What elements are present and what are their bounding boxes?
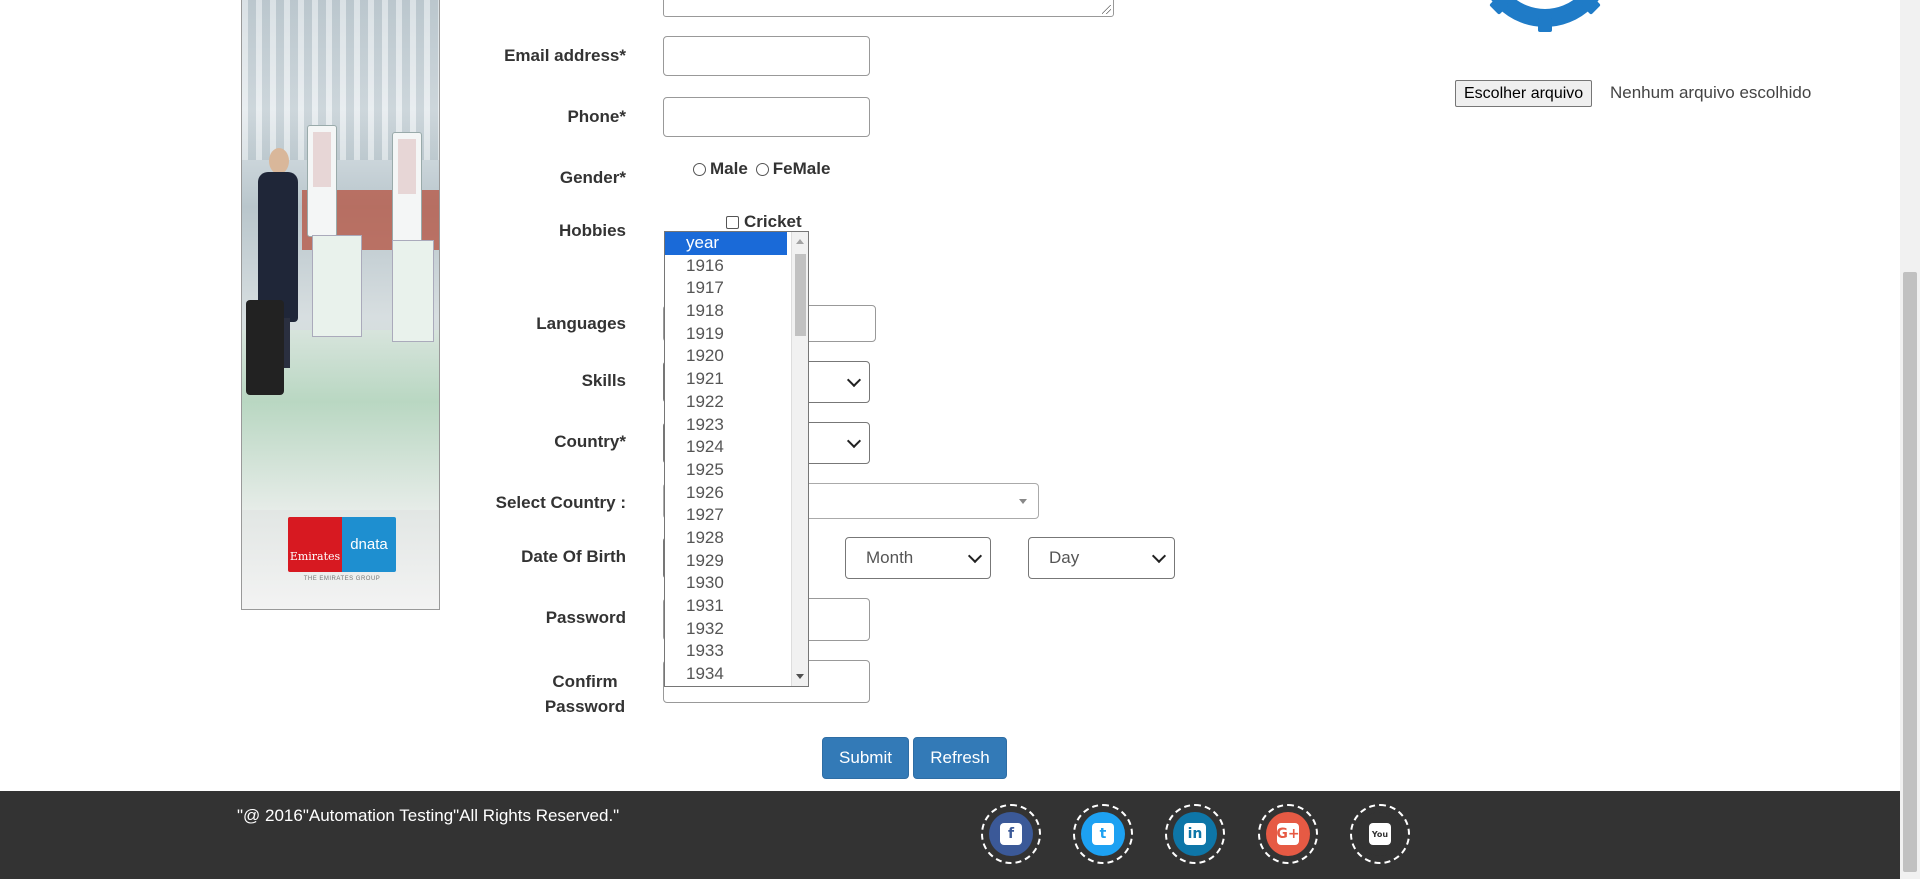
male-radio[interactable] bbox=[693, 162, 706, 176]
female-radio[interactable] bbox=[755, 162, 769, 176]
year-option[interactable]: 1925 bbox=[665, 459, 787, 482]
page-scrollbar-thumb[interactable] bbox=[1903, 272, 1917, 872]
email-label: Email address* bbox=[504, 46, 626, 65]
banner-gate-base bbox=[312, 235, 362, 337]
year-option[interactable]: 1924 bbox=[665, 436, 787, 459]
chevron-down-icon bbox=[967, 548, 983, 564]
select-country-label: Select Country : bbox=[495, 493, 626, 512]
year-option[interactable]: 1926 bbox=[665, 482, 787, 505]
cricket-label: Cricket bbox=[744, 212, 802, 231]
googleplus-icon: G+ bbox=[1276, 823, 1300, 845]
gender-option-female[interactable]: FeMale bbox=[755, 159, 831, 179]
month-select[interactable]: Month bbox=[845, 537, 991, 579]
youtube-link[interactable]: You bbox=[1350, 804, 1410, 864]
year-option[interactable]: 1918 bbox=[665, 300, 787, 323]
year-option[interactable]: 1933 bbox=[665, 640, 787, 663]
year-option[interactable]: 1934 bbox=[665, 663, 787, 686]
phone-field[interactable] bbox=[663, 97, 870, 137]
email-field[interactable] bbox=[663, 36, 870, 76]
year-option[interactable]: 1921 bbox=[665, 368, 787, 391]
youtube-icon-badge: You bbox=[1358, 812, 1402, 856]
gender-radio-group: Male FeMale bbox=[693, 159, 838, 179]
skills-label: Skills bbox=[581, 371, 626, 390]
year-option[interactable]: 1923 bbox=[665, 414, 787, 437]
gender-option-male[interactable]: Male bbox=[693, 159, 748, 179]
date-of-birth-label: Date Of Birth bbox=[521, 547, 626, 566]
year-option[interactable]: 1922 bbox=[665, 391, 787, 414]
page-scrollbar[interactable] bbox=[1900, 0, 1920, 879]
dropdown-scrollbar[interactable] bbox=[791, 232, 808, 686]
year-options: year 1916 1917 1918 1919 1920 1921 1922 1923 1924… bbox=[665, 232, 808, 686]
file-status-text: Nenhum arquivo escolhido bbox=[1610, 83, 1812, 102]
linkedin-icon: in bbox=[1184, 823, 1206, 845]
year-option[interactable]: 1919 bbox=[665, 323, 787, 346]
resize-grip-icon[interactable] bbox=[1102, 5, 1111, 14]
banner-luggage bbox=[246, 300, 284, 395]
year-dropdown-list[interactable]: year 1916 1917 1918 1919 1920 1921 1922 1923 1924… bbox=[664, 231, 809, 687]
password-label: Password bbox=[545, 608, 626, 627]
dnata-logo-text: dnata bbox=[342, 517, 396, 572]
caret-down-icon bbox=[1019, 499, 1027, 504]
emirates-banner-image: Emirates dnata THE EMIRATES GROUP bbox=[241, 0, 440, 610]
facebook-icon-badge: f bbox=[989, 812, 1033, 856]
confirm-password-label: Confirm Password bbox=[426, 669, 626, 719]
country-label: Country* bbox=[554, 432, 626, 451]
footer: "@ 2016"Automation Testing"All Rights Re… bbox=[0, 791, 1900, 879]
scroll-down-arrow-icon[interactable] bbox=[796, 674, 804, 679]
year-option[interactable]: 1930 bbox=[665, 572, 787, 595]
year-option[interactable]: 1928 bbox=[665, 527, 787, 550]
googleplus-icon-badge: G+ bbox=[1266, 812, 1310, 856]
year-option[interactable]: 1927 bbox=[665, 504, 787, 527]
hobby-cricket[interactable]: Cricket bbox=[726, 212, 802, 232]
twitter-icon: t bbox=[1092, 823, 1114, 845]
banner-tagline: THE EMIRATES GROUP bbox=[303, 576, 381, 582]
year-option[interactable]: 1916 bbox=[665, 255, 787, 278]
month-select-value: Month bbox=[866, 548, 914, 567]
cricket-checkbox[interactable] bbox=[726, 215, 739, 229]
youtube-icon: You bbox=[1369, 823, 1391, 845]
twitter-link[interactable]: t bbox=[1073, 804, 1133, 864]
linkedin-icon-badge: in bbox=[1173, 812, 1217, 856]
gear-logo-icon bbox=[1470, 0, 1620, 70]
banner-gate bbox=[307, 125, 337, 237]
confirm-password-text: Confirm Password bbox=[544, 672, 626, 716]
registration-page: Emirates dnata THE EMIRATES GROUP Email … bbox=[0, 0, 1920, 879]
googleplus-link[interactable]: G+ bbox=[1258, 804, 1318, 864]
scroll-up-arrow-icon[interactable] bbox=[796, 239, 804, 244]
phone-label: Phone* bbox=[567, 107, 626, 126]
year-option[interactable]: 1931 bbox=[665, 595, 787, 618]
hobbies-label: Hobbies bbox=[558, 221, 626, 240]
submit-button[interactable]: Submit bbox=[822, 737, 909, 779]
year-option[interactable]: 1917 bbox=[665, 277, 787, 300]
day-select[interactable]: Day bbox=[1028, 537, 1175, 579]
linkedin-link[interactable]: in bbox=[1165, 804, 1225, 864]
choose-file-button[interactable]: Escolher arquivo bbox=[1455, 80, 1593, 107]
copyright-text: "@ 2016"Automation Testing"All Rights Re… bbox=[237, 806, 620, 825]
languages-label: Languages bbox=[536, 314, 626, 333]
twitter-icon-badge: t bbox=[1081, 812, 1125, 856]
gender-label: Gender* bbox=[559, 168, 626, 187]
emirates-logo-text: Emirates bbox=[288, 517, 342, 572]
scrollbar-thumb[interactable] bbox=[795, 254, 806, 336]
refresh-button[interactable]: Refresh bbox=[913, 737, 1007, 779]
year-option[interactable]: 1929 bbox=[665, 550, 787, 573]
banner-gate bbox=[392, 132, 422, 244]
year-option[interactable]: year bbox=[665, 232, 787, 255]
chevron-down-icon bbox=[1151, 548, 1167, 564]
chevron-down-icon bbox=[846, 372, 862, 388]
emirates-dnata-logo: Emirates dnata bbox=[288, 517, 396, 572]
male-label: Male bbox=[710, 159, 748, 178]
year-option[interactable]: 1920 bbox=[665, 345, 787, 368]
chevron-down-icon bbox=[846, 433, 862, 449]
day-select-value: Day bbox=[1049, 548, 1080, 567]
facebook-link[interactable]: f bbox=[981, 804, 1041, 864]
facebook-icon: f bbox=[1000, 823, 1022, 845]
year-option[interactable]: 1932 bbox=[665, 618, 787, 641]
address-textarea[interactable] bbox=[663, 0, 1114, 17]
female-label: FeMale bbox=[772, 159, 831, 178]
